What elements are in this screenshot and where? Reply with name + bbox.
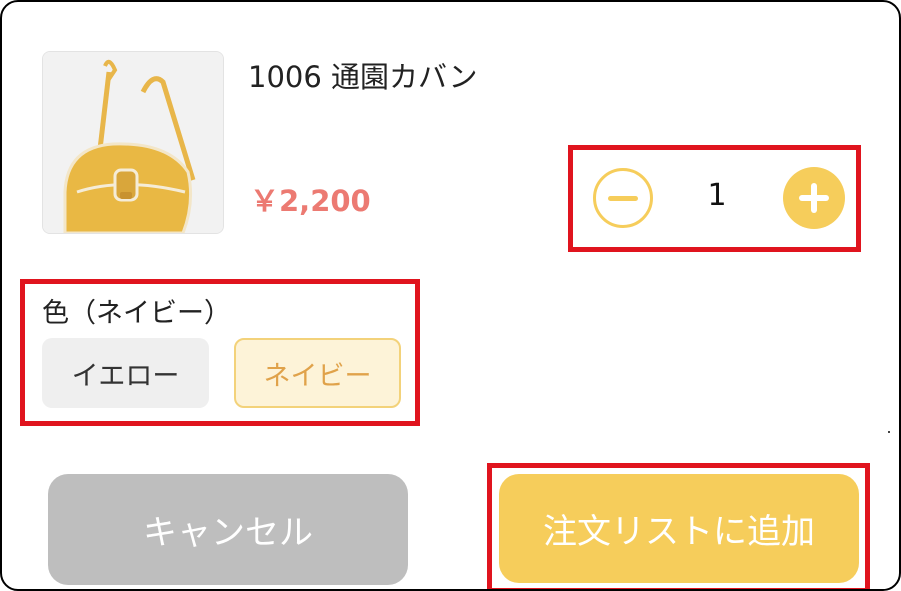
add-to-order-dialog: 1006 通園カバン ￥2,200 1 色（ネイビー） イエロー ネイビー キャ…	[0, 0, 901, 591]
color-option-navy[interactable]: ネイビー	[234, 338, 401, 408]
cancel-button[interactable]: キャンセル	[48, 474, 408, 585]
product-price: ￥2,200	[250, 184, 371, 218]
product-image	[42, 51, 224, 234]
add-to-order-list-button[interactable]: 注文リストに追加	[499, 474, 859, 583]
color-option-yellow[interactable]: イエロー	[42, 338, 209, 408]
plus-circle-icon[interactable]	[783, 167, 845, 229]
minus-circle-icon[interactable]	[593, 168, 653, 228]
product-title: 1006 通園カバン	[248, 60, 478, 94]
stray-dot	[888, 431, 890, 433]
bag-image-icon	[43, 52, 223, 233]
quantity-value: 1	[707, 178, 727, 213]
color-label: 色（ネイビー）	[42, 298, 231, 329]
